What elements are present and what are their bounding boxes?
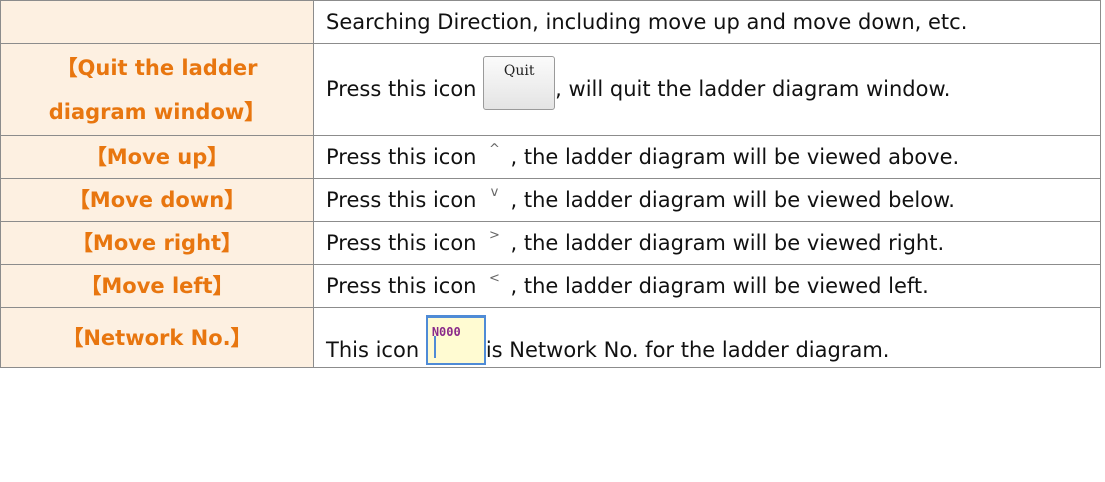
term-cell: 【Move down】 xyxy=(0,178,314,222)
term-cell: 【Network No.】 xyxy=(0,307,314,368)
bracket-open: 【 xyxy=(85,145,107,169)
move-down-icon: v xyxy=(490,185,499,200)
description-suffix: , the ladder diagram will be viewed abov… xyxy=(510,145,960,169)
table-row: 【Move left】 Press this icon < , the ladder… xyxy=(0,264,1101,308)
description-prefix: Press this icon xyxy=(326,145,477,169)
network-number-box xyxy=(433,336,478,358)
description-suffix: is Network No. for the ladder diagram. xyxy=(485,338,890,362)
term-label: Network No. xyxy=(83,325,231,350)
function-table: Searching Direction, including move up a… xyxy=(0,0,1101,368)
description-suffix: , the ladder diagram will be viewed belo… xyxy=(510,188,955,212)
bracket-close: 】 xyxy=(244,99,266,124)
description-suffix: , will quit the ladder diagram window. xyxy=(555,76,951,101)
description-cell: Press this icon Quit , will quit the ladd… xyxy=(313,43,1101,136)
bracket-close: 】 xyxy=(212,274,234,298)
description-suffix: , the ladder diagram will be viewed righ… xyxy=(510,231,945,255)
description-prefix: Press this icon xyxy=(326,188,477,212)
description-cell: Press this icon < , the ladder diagram wil… xyxy=(313,264,1101,308)
description-cell: Searching Direction, including move up a… xyxy=(313,0,1101,44)
bracket-close: 】 xyxy=(221,231,243,255)
term-label: Move up xyxy=(106,145,208,169)
quit-button-icon: Quit xyxy=(483,55,556,110)
bracket-open: 【 xyxy=(62,325,84,350)
table-row: 【Quit the ladder diagram window】 Press t… xyxy=(0,43,1101,136)
term-cell xyxy=(0,0,314,44)
term-cell: 【Move up】 xyxy=(0,135,314,179)
table-row: 【Move up】 Press this icon ^ , the ladder d… xyxy=(0,135,1101,179)
description-prefix: Press this icon xyxy=(326,231,477,255)
term-cell: 【Quit the ladder diagram window】 xyxy=(0,43,314,136)
description-cell: Press this icon > , the ladder diagram wil… xyxy=(313,221,1101,265)
table-row: 【Move down】 Press this icon v , the ladder… xyxy=(0,178,1101,222)
move-right-icon: > xyxy=(489,228,500,243)
term-label: Move down xyxy=(89,188,225,212)
description-text: Searching Direction, including move up a… xyxy=(326,10,968,34)
description-cell: Press this icon ^ , the ladder diagram wil… xyxy=(313,135,1101,179)
description-suffix: , the ladder diagram will be viewed left… xyxy=(510,274,929,298)
description-prefix: Press this icon xyxy=(326,274,477,298)
bracket-open: 【 xyxy=(68,188,90,212)
bracket-open: 【 xyxy=(80,274,102,298)
network-number-icon: N000 xyxy=(425,315,486,365)
term-label: Move left xyxy=(101,274,213,298)
bracket-open: 【 xyxy=(71,231,93,255)
bracket-close: 】 xyxy=(207,145,229,169)
description-prefix: Press this icon xyxy=(326,76,477,101)
bracket-close: 】 xyxy=(230,325,252,350)
quit-button-label: Quit xyxy=(503,62,535,79)
table-row: 【Network No.】 This icon N000 is Network … xyxy=(0,307,1101,368)
description-cell: This icon N000 is Network No. for the la… xyxy=(313,307,1101,368)
bracket-close: 】 xyxy=(224,188,246,212)
move-left-icon: < xyxy=(489,271,500,286)
bracket-open: 【 xyxy=(56,55,78,80)
term-cell: 【Move left】 xyxy=(0,264,314,308)
table-row: Searching Direction, including move up a… xyxy=(0,0,1101,44)
table-row: 【Move right】 Press this icon > , the ladde… xyxy=(0,221,1101,265)
term-cell: 【Move right】 xyxy=(0,221,314,265)
description-cell: Press this icon v , the ladder diagram wil… xyxy=(313,178,1101,222)
term-label-line1: Quit the ladder xyxy=(77,55,258,80)
term-label: Move right xyxy=(92,231,222,255)
term-label-line2: diagram window xyxy=(48,99,245,124)
description-prefix: This icon xyxy=(326,338,420,362)
move-up-icon: ^ xyxy=(489,142,500,157)
